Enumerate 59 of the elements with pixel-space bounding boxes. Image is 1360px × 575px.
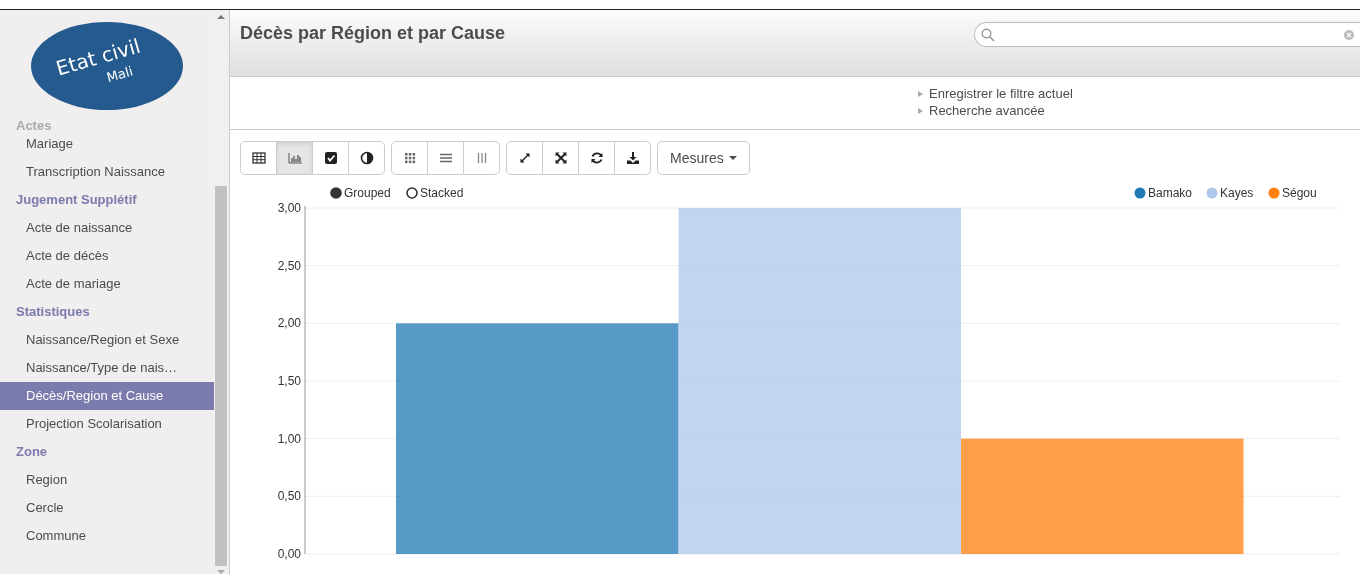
y-tick-label: 1,50 bbox=[277, 374, 301, 388]
filter-link[interactable]: Recherche avancée bbox=[918, 102, 1045, 119]
measures-dropdown[interactable]: Mesures bbox=[657, 141, 750, 175]
sidebar-item[interactable]: Mariage bbox=[0, 130, 214, 158]
rows-icon bbox=[438, 151, 453, 165]
scrollbar-thumb[interactable] bbox=[215, 186, 227, 566]
view-button[interactable] bbox=[312, 141, 349, 175]
radio-icon[interactable] bbox=[330, 187, 342, 199]
chart-mode-label[interactable]: Grouped bbox=[344, 186, 391, 200]
cross-arrows-icon bbox=[553, 151, 568, 165]
y-tick-label: 0,50 bbox=[277, 489, 301, 504]
y-tick-label: 1,00 bbox=[277, 431, 301, 446]
legend-label: Ségou bbox=[1282, 186, 1317, 200]
legend-label: Bamako bbox=[1148, 186, 1193, 200]
clear-icon[interactable] bbox=[1344, 29, 1354, 40]
triangle-icon bbox=[918, 90, 923, 97]
sidebar-item[interactable]: Acte de mariage bbox=[0, 270, 214, 298]
sidebar-item[interactable]: Cercle bbox=[0, 494, 214, 522]
bar-chart-icon bbox=[287, 151, 302, 165]
filter-link[interactable]: Enregistrer le filtre actuel bbox=[918, 85, 1073, 102]
view-button[interactable] bbox=[240, 141, 277, 175]
sidebar-item[interactable]: Naissance/Type de nais… bbox=[0, 354, 214, 382]
chart-mode-label[interactable]: Stacked bbox=[420, 186, 464, 200]
y-tick-label: 2,50 bbox=[277, 258, 301, 273]
triangle-icon bbox=[918, 107, 923, 114]
y-tick-label: 3,00 bbox=[277, 201, 301, 215]
dot-grid-icon bbox=[402, 151, 417, 165]
refresh-icon bbox=[589, 151, 604, 165]
legend-label: Kayes bbox=[1220, 186, 1254, 200]
checkbox-icon bbox=[323, 151, 338, 165]
sidebar-item[interactable]: Region bbox=[0, 466, 214, 494]
y-tick-label: 0,00 bbox=[277, 547, 301, 561]
sidebar-item[interactable]: Commune bbox=[0, 522, 214, 550]
radio-icon[interactable] bbox=[406, 187, 418, 199]
page-title: Décès par Région et par Cause bbox=[240, 23, 507, 45]
legend-item[interactable]: Bamako bbox=[1134, 186, 1193, 200]
sidebar-item[interactable]: Acte de naissance bbox=[0, 214, 214, 242]
legend-item[interactable]: Kayes bbox=[1206, 186, 1254, 200]
view-button[interactable] bbox=[578, 141, 615, 175]
search-icon bbox=[981, 27, 995, 42]
download-icon bbox=[625, 151, 640, 165]
sidebar-item[interactable]: Projection Scolarisation bbox=[0, 410, 214, 438]
sidebar-item[interactable]: Transcription Naissance bbox=[0, 158, 214, 186]
sidebar-section-title: Actes bbox=[15, 122, 53, 130]
sidebar-item[interactable]: Décès/Region et Cause bbox=[0, 382, 214, 410]
table-icon bbox=[251, 151, 266, 165]
view-button[interactable] bbox=[348, 141, 385, 175]
sidebar-section-title: Jugement Supplétif bbox=[15, 191, 138, 209]
view-button[interactable] bbox=[614, 141, 651, 175]
sidebar-section-title: Zone bbox=[15, 443, 49, 461]
search-field[interactable] bbox=[974, 22, 1360, 47]
sidebar-item[interactable]: Naissance/Region et Sexe bbox=[0, 326, 214, 354]
half-circle-icon bbox=[359, 151, 374, 165]
sidebar-item[interactable]: Acte de décès bbox=[0, 242, 214, 270]
y-tick-label: 2,00 bbox=[277, 316, 301, 331]
legend-item[interactable]: Ségou bbox=[1268, 186, 1317, 200]
caret-icon bbox=[728, 156, 737, 160]
sidebar-section-title: Statistiques bbox=[15, 303, 91, 321]
view-button[interactable] bbox=[542, 141, 579, 175]
